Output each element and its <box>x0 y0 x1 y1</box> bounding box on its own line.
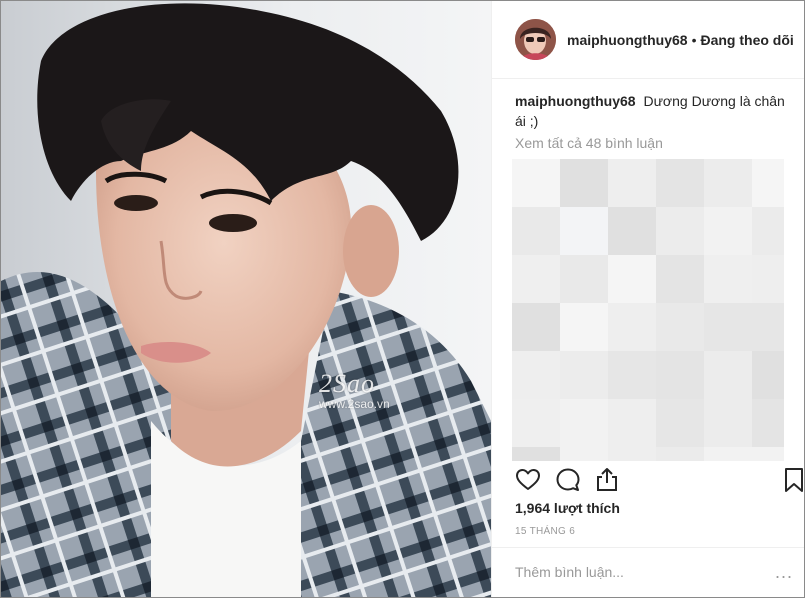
blur-tile <box>512 447 560 461</box>
blur-tile <box>752 399 784 447</box>
blur-tile <box>512 159 560 207</box>
blur-tile <box>704 255 752 303</box>
portrait-image <box>1 1 491 597</box>
blur-tile <box>560 159 608 207</box>
blur-tile <box>752 303 784 351</box>
blur-tile <box>656 255 704 303</box>
blur-tile <box>512 207 560 255</box>
blur-tile <box>560 399 608 447</box>
blur-tile <box>560 351 608 399</box>
header-username-link[interactable]: maiphuongthuy68 <box>567 32 688 48</box>
blur-tile <box>656 207 704 255</box>
blur-tile <box>656 159 704 207</box>
header-separator: • <box>691 31 697 48</box>
watermark-url: www.2sao.vn <box>319 397 390 411</box>
blur-tile <box>752 447 784 461</box>
blur-tile <box>608 207 656 255</box>
blur-tile <box>512 351 560 399</box>
blur-tile <box>608 159 656 207</box>
blur-tile <box>752 351 784 399</box>
blur-tile <box>560 207 608 255</box>
avatar-image <box>515 19 556 60</box>
blur-tile <box>704 399 752 447</box>
comment-icon[interactable] <box>554 466 582 494</box>
blur-tile <box>752 159 784 207</box>
blur-tile <box>608 399 656 447</box>
post-header: maiphuongthuy68 • Đang theo dõi <box>492 1 804 79</box>
likes-count-link[interactable]: 1,964 lượt thích <box>515 500 620 516</box>
caption-username-link[interactable]: maiphuongthuy68 <box>515 93 636 109</box>
blur-tile <box>608 255 656 303</box>
view-all-comments-link[interactable]: Xem tất cả 48 bình luận <box>515 135 663 151</box>
blur-tile <box>704 351 752 399</box>
blur-tile <box>752 207 784 255</box>
action-bar <box>492 463 804 497</box>
blur-tile <box>512 255 560 303</box>
avatar[interactable] <box>515 19 556 60</box>
blur-tile <box>608 447 656 461</box>
blur-tile <box>512 399 560 447</box>
blur-tile <box>560 303 608 351</box>
post-date: 15 THÁNG 6 <box>515 526 576 537</box>
photo-watermark: 2Sao www.2sao.vn <box>319 369 390 411</box>
blur-tile <box>704 303 752 351</box>
post-caption: maiphuongthuy68 Dương Dương là chân ái ;… <box>515 91 785 131</box>
bookmark-icon[interactable] <box>780 466 804 494</box>
heart-icon[interactable] <box>514 466 542 494</box>
blur-tile <box>704 207 752 255</box>
blur-tile <box>656 399 704 447</box>
more-options-icon[interactable]: ... <box>775 562 793 583</box>
blur-tile <box>512 303 560 351</box>
blur-tile <box>656 351 704 399</box>
instagram-post-window: 2Sao www.2sao.vn maiphuongthuy68 • Đang th… <box>0 0 805 598</box>
add-comment-input[interactable] <box>515 564 765 580</box>
header-text: maiphuongthuy68 • Đang theo dõi <box>567 32 794 48</box>
blur-tile <box>560 255 608 303</box>
add-comment-bar: ... <box>492 547 804 597</box>
blur-tile <box>704 447 752 461</box>
blur-tile <box>560 447 608 461</box>
share-icon[interactable] <box>593 466 621 494</box>
blur-tile <box>752 255 784 303</box>
blurred-comments-area <box>512 159 784 461</box>
blur-tile <box>704 159 752 207</box>
blur-tile <box>656 447 704 461</box>
blur-tile <box>608 351 656 399</box>
blur-tile <box>608 303 656 351</box>
post-side-panel: maiphuongthuy68 • Đang theo dõi maiphuongt… <box>491 1 804 597</box>
post-photo[interactable]: 2Sao www.2sao.vn <box>1 1 491 597</box>
blur-tile <box>656 303 704 351</box>
following-button[interactable]: Đang theo dõi <box>700 32 793 48</box>
watermark-logo: 2Sao <box>319 369 375 398</box>
